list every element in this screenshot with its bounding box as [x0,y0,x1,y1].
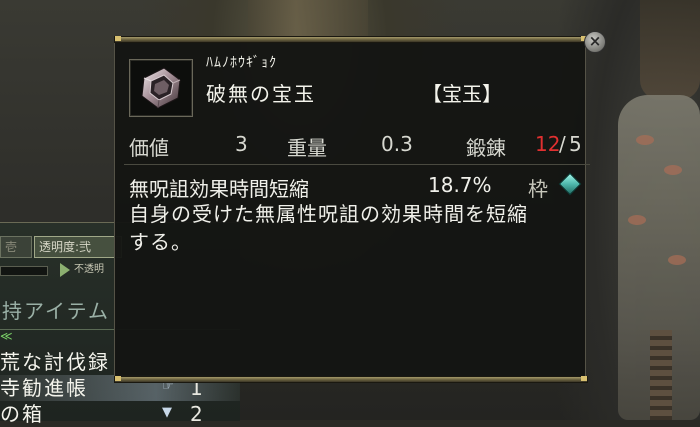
transparency-slider[interactable]: 不透明 [0,263,118,277]
item-icon-frame [129,59,193,117]
effect-value: 18.7% [428,173,492,197]
tooltip-bottom-frame [114,376,588,383]
item-reading: ﾊﾑﾉﾎｳｷﾞｮｸ [206,55,277,71]
weight-number: 0.3 [381,132,413,156]
item-name: 荒な討伐録 [0,350,110,374]
effect-name: 無呪詛効果時間短縮 [129,177,309,201]
forge-max: 5 [569,132,582,156]
close-icon[interactable]: × [584,31,606,53]
slot-label: 枠 [528,177,548,201]
tab-transparency[interactable]: 透明度:弐 [34,236,122,258]
slider-track[interactable] [0,266,48,276]
item-stats: 価値 3 重量 0.3 鍛錬 12 / 5 [129,132,589,160]
item-name: 破無の宝玉 [206,82,316,106]
background-character-head [640,0,700,100]
kimono-pattern [636,135,654,145]
list-item[interactable]: の箱 ▼ 2 [0,401,240,427]
kimono-pattern [628,215,646,225]
kimono-pattern [668,255,686,265]
item-description: 自身の受けた無属性呪詛の効果時間を短縮 する。 [129,200,589,256]
kimono-pattern [664,165,682,175]
inventory-title: 持アイテム [2,299,110,323]
value-label: 価値 [129,136,169,160]
background-character-leg [650,330,672,420]
item-name: 寺勧進帳 [0,376,88,400]
description-line-2: する。 [129,230,192,254]
category-marker: ≪ [0,329,13,343]
item-category: 【宝玉】 [422,82,502,106]
description-line-1: 自身の受けた無属性呪詛の効果時間を短縮 [129,202,528,226]
item-name: の箱 [0,402,44,426]
play-arrow-icon[interactable] [60,263,70,277]
gem-icon [141,67,181,109]
item-quantity: 2 [190,402,203,426]
value-number: 3 [235,132,248,156]
tooltip-top-frame [114,36,588,43]
tab-page-1[interactable]: 壱 [0,236,32,258]
background-character-left [248,0,368,40]
forge-current: 12 [535,132,561,156]
slider-label: 不透明 [74,264,104,275]
forge-separator: / [559,132,566,156]
forge-label: 鍛錬 [466,136,506,160]
weight-label: 重量 [287,136,327,160]
down-arrow-icon: ▼ [162,405,172,420]
tooltip-divider [124,164,590,165]
